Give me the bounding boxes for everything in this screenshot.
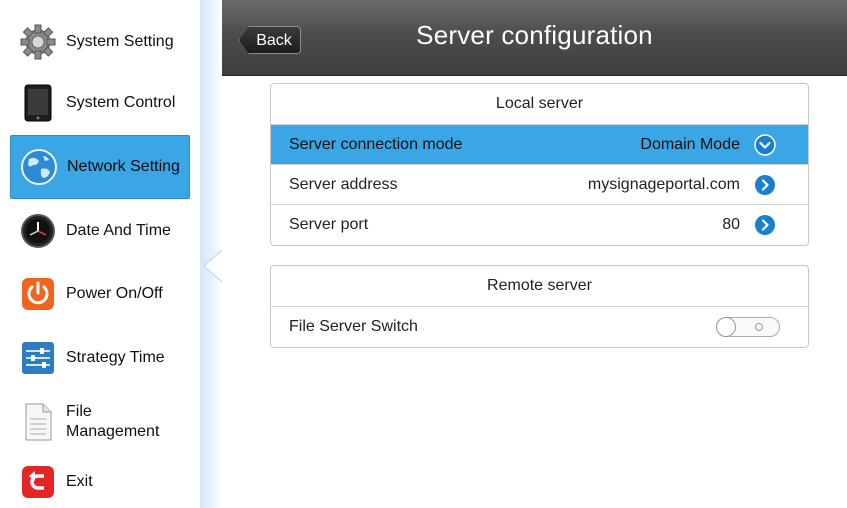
sidebar: System Setting System Control Network Se… bbox=[0, 0, 200, 508]
sidebar-item-exit[interactable]: Exit bbox=[10, 456, 190, 508]
power-icon bbox=[18, 274, 58, 314]
sidebar-item-strategy-time[interactable]: Strategy Time bbox=[10, 328, 190, 388]
chevron-down-icon[interactable] bbox=[754, 133, 776, 156]
document-icon bbox=[18, 402, 58, 442]
row-value: Domain Mode bbox=[640, 135, 740, 153]
gear-icon bbox=[18, 22, 58, 62]
sidebar-item-label: File Management bbox=[66, 402, 159, 442]
sidebar-item-label: Exit bbox=[66, 473, 93, 490]
sidebar-item-label: Network Setting bbox=[67, 158, 180, 175]
tablet-icon bbox=[18, 83, 58, 123]
file-server-switch-row[interactable]: File Server Switch bbox=[271, 307, 808, 347]
sidebar-item-label: Power On/Off bbox=[66, 285, 163, 302]
sidebar-item-label: Strategy Time bbox=[66, 349, 165, 366]
panel-title: Remote server bbox=[271, 266, 808, 307]
local-server-panel: Local server Server connection mode Doma… bbox=[270, 83, 809, 246]
sidebar-item-label: Date And Time bbox=[66, 222, 171, 239]
chevron-right-icon[interactable] bbox=[754, 214, 776, 236]
sidebar-item-power-on-off[interactable]: Power On/Off bbox=[10, 264, 190, 324]
sidebar-item-date-and-time[interactable]: Date And Time bbox=[10, 201, 190, 261]
panel-title: Local server bbox=[271, 84, 808, 125]
server-address-row[interactable]: Server address mysignageportal.com bbox=[271, 165, 808, 205]
row-value: mysignageportal.com bbox=[587, 175, 740, 193]
sidebar-item-network-setting[interactable]: Network Setting bbox=[10, 135, 190, 199]
row-value: 80 bbox=[722, 216, 740, 233]
sidebar-item-label-line1: File bbox=[66, 403, 92, 420]
sidebar-item-label-line2: Management bbox=[66, 423, 160, 440]
clock-icon bbox=[18, 211, 58, 251]
file-server-toggle[interactable] bbox=[716, 317, 780, 337]
toggle-off-indicator bbox=[755, 323, 763, 331]
sidebar-item-file-management[interactable]: File Management bbox=[10, 392, 190, 452]
server-port-row[interactable]: Server port 80 bbox=[271, 205, 808, 245]
header-bar: Back Server configuration bbox=[222, 0, 847, 76]
sliders-icon bbox=[18, 338, 58, 378]
row-label: Server address bbox=[289, 175, 398, 193]
page-title: Server configuration bbox=[416, 20, 653, 50]
sidebar-item-system-control[interactable]: System Control bbox=[10, 73, 190, 133]
sidebar-item-label: System Control bbox=[66, 94, 176, 111]
sidebar-item-label: System Setting bbox=[66, 33, 174, 50]
row-label: Server port bbox=[289, 216, 369, 233]
row-label: Server connection mode bbox=[289, 135, 463, 153]
remote-server-panel: Remote server File Server Switch bbox=[270, 265, 809, 348]
chevron-right-icon[interactable] bbox=[754, 174, 776, 196]
exit-icon bbox=[18, 462, 58, 502]
sidebar-item-system-setting[interactable]: System Setting bbox=[10, 12, 190, 72]
toggle-knob bbox=[716, 317, 736, 337]
globe-icon bbox=[19, 147, 59, 187]
sidebar-divider bbox=[200, 0, 222, 508]
server-connection-mode-row[interactable]: Server connection mode Domain Mode bbox=[271, 125, 808, 165]
